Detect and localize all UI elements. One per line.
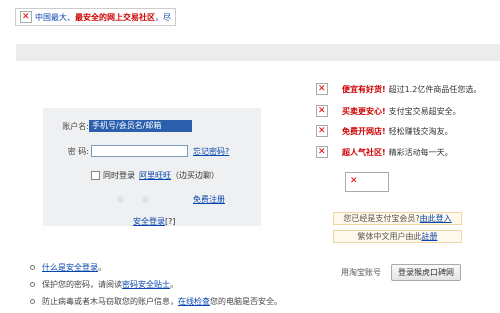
aliwangwang-link[interactable]: 阿里旺旺 — [139, 170, 171, 181]
tip-suffix: 您的电脑是否安全。 — [210, 297, 282, 306]
taobao-account-label: 用淘宝账号 — [341, 268, 381, 277]
password-label: 密 码: — [67, 146, 89, 156]
promo-item: 超人气社区! 精彩活动每一天。 — [316, 146, 453, 158]
banner-text-bold: 最安全的网上交易社区 — [75, 12, 155, 22]
account-row: 账户名: 手机号/会员名/邮箱 — [43, 120, 261, 132]
online-check-link[interactable]: 在线检查 — [178, 296, 210, 307]
bullet-icon — [30, 282, 35, 287]
bullet-icon — [30, 265, 35, 270]
promo-item: 买卖更安心! 支付宝交易超安全。 — [316, 105, 461, 117]
trad-chinese-row: 繁体中文用户由此 註册 — [333, 230, 462, 243]
promo-text: 支付宝交易超安全。 — [388, 106, 461, 116]
alipay-login-row: 您已经是支付宝会员? 由此登入 — [333, 212, 462, 225]
broken-image-icon — [316, 83, 328, 95]
alipay-login-text: 您已经是支付宝会员? — [343, 214, 420, 223]
ad-image-placeholder[interactable] — [345, 172, 389, 192]
password-input[interactable] — [91, 145, 188, 157]
tip-item: 什么是安全登录。 — [30, 262, 106, 273]
header-bar — [16, 44, 500, 61]
banner-text[interactable]: 中国最大、最安全的网上交易社区，尽 — [35, 12, 171, 23]
login-form: 账户名: 手机号/会员名/邮箱 密 码: 忘记密码? 同时登录 阿里旺旺 （边买… — [43, 108, 261, 226]
password-tips-link[interactable]: 密码安全贴士 — [122, 279, 170, 290]
trad-chinese-register-link[interactable]: 註册 — [422, 231, 438, 242]
account-input[interactable]: 手机号/会员名/邮箱 — [89, 120, 192, 132]
password-row: 密 码: 忘记密码? — [43, 145, 261, 157]
banner-text-pre: 中国最大、 — [35, 12, 75, 22]
tip-text: 防止病毒或者木马窃取您的账户信息， — [42, 297, 178, 306]
account-label: 账户名: — [62, 121, 89, 131]
sync-login-label: 同时登录 — [103, 171, 135, 180]
alipay-login-link[interactable]: 由此登入 — [420, 213, 452, 224]
promo-title: 免费开网店! — [342, 126, 386, 136]
what-is-secure-login-link[interactable]: 什么是安全登录 — [42, 262, 98, 273]
promo-title: 便宜有好货! — [342, 84, 386, 94]
tip-suffix: 。 — [170, 280, 178, 289]
tip-item: 防止病毒或者木马窃取您的账户信息， 在线检查 您的电脑是否安全。 — [30, 296, 282, 307]
trad-chinese-text: 繁体中文用户由此 — [357, 232, 422, 241]
banner-text-post: ，尽 — [155, 12, 171, 22]
broken-image-icon — [349, 175, 361, 188]
promo-item: 便宜有好货! 超过1.2亿件商品任您选。 — [316, 83, 481, 95]
register-row: 免费注册 — [117, 194, 257, 205]
taobao-login-row: 用淘宝账号 登录猴虎口碑网 — [341, 264, 461, 281]
broken-image-icon — [316, 105, 328, 117]
promo-title: 超人气社区! — [342, 147, 386, 157]
bullet-icon — [30, 299, 35, 304]
broken-image-icon — [316, 146, 328, 158]
broken-image-icon — [316, 125, 328, 137]
promo-text: 轻松赚钱交淘友。 — [388, 126, 453, 136]
taobao-login-button[interactable]: 登录猴虎口碑网 — [391, 264, 461, 281]
sync-login-checkbox[interactable] — [91, 171, 100, 180]
tip-suffix: 。 — [98, 263, 106, 272]
tip-item: 保护您的密码，请阅读 密码安全贴士。 — [30, 279, 178, 290]
promo-text: 超过1.2亿件商品任您选。 — [388, 84, 482, 94]
tip-text: 保护您的密码，请阅读 — [42, 280, 122, 289]
broken-image-icon — [20, 11, 32, 23]
promo-text: 精彩活动每一天。 — [388, 147, 453, 157]
secure-login-help[interactable]: [?] — [165, 217, 176, 226]
secure-login-row: 安全登录 [?] — [133, 216, 253, 227]
forgot-password-link[interactable]: 忘记密码? — [193, 146, 229, 157]
sync-login-suffix: （边买边聊） — [171, 171, 219, 180]
promo-item: 免费开网店! 轻松赚钱交淘友。 — [316, 125, 453, 137]
sync-login-row: 同时登录 阿里旺旺 （边买边聊） — [91, 170, 261, 181]
promo-title: 买卖更安心! — [342, 106, 386, 116]
dot-decoration-1 — [117, 196, 124, 203]
dot-decoration-2 — [142, 196, 149, 203]
free-register-link[interactable]: 免费注册 — [193, 194, 225, 205]
top-banner[interactable]: 中国最大、最安全的网上交易社区，尽 — [15, 8, 176, 26]
secure-login-link[interactable]: 安全登录 — [133, 216, 165, 227]
